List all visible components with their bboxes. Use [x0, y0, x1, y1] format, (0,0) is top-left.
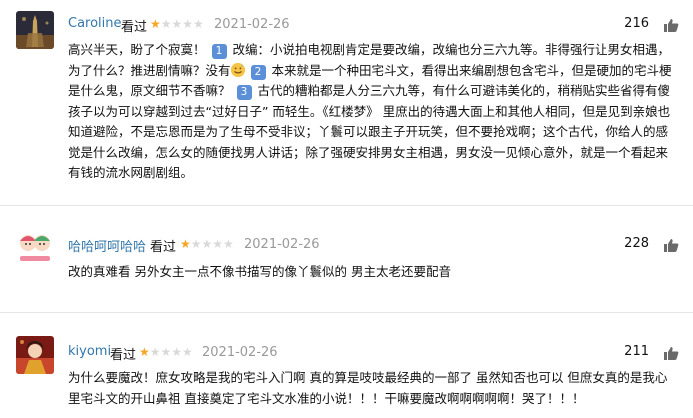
review-date: 2021-02-26	[214, 17, 290, 32]
reviewer-name[interactable]: 哈哈呵呵哈哈	[68, 236, 146, 255]
avatar[interactable]	[16, 227, 54, 265]
rating-stars: ★★★★★	[150, 17, 204, 31]
number-three-icon: 3	[236, 85, 252, 100]
thumbs-up-icon[interactable]	[663, 345, 679, 360]
avatar[interactable]	[16, 11, 54, 49]
review-text-part: 高兴半天，盼了个寂寞！	[68, 42, 206, 57]
thumbs-up-icon[interactable]	[663, 237, 679, 252]
vote-count: 216	[624, 16, 649, 31]
number-two-icon: 2	[250, 64, 266, 80]
rated-label: 看过	[110, 348, 137, 363]
review-date: 2021-02-26	[202, 345, 278, 360]
rated-label: 看过	[150, 240, 177, 255]
vote-count: 228	[624, 236, 649, 251]
reviewer-name[interactable]: Caroline	[68, 16, 122, 31]
review-date: 2021-02-26	[244, 237, 320, 252]
review-item: Caroline 看过 ★★★★★ 2021-02-26 216 高兴半天，盼了…	[0, 0, 693, 205]
review-text: 高兴半天，盼了个寂寞！ 1 改编：小说拍电视剧肯定是要改编，改编也分三六九等。非…	[68, 40, 677, 184]
rated-label: 看过	[121, 20, 148, 35]
rating-stars: ★★★★★	[139, 345, 193, 359]
reviewer-name[interactable]: kiyomi	[68, 344, 111, 359]
review-item: 哈哈呵呵哈哈 看过 ★★★★★ 2021-02-26 228 改的真难看 另外女…	[0, 206, 693, 312]
rating-stars: ★★★★★	[180, 237, 234, 251]
avatar[interactable]	[16, 336, 54, 374]
thumbs-up-icon[interactable]	[663, 17, 679, 32]
review-item: kiyomi 看过 ★★★★★ 2021-02-26 211 为什么要魔改！庶女…	[0, 313, 693, 418]
sweat-smile-emoji-icon	[230, 62, 245, 77]
review-text: 改的真难看 另外女主一点不像书描写的像丫鬟似的 男主太老还要配音	[68, 264, 451, 279]
vote-count: 211	[624, 344, 649, 359]
review-text: 为什么要魔改！庶女攻略是我的宅斗入门啊 真的算是吱吱最经典的一部了 虽然知否也可…	[68, 370, 668, 406]
number-one-icon: 1	[211, 44, 227, 59]
